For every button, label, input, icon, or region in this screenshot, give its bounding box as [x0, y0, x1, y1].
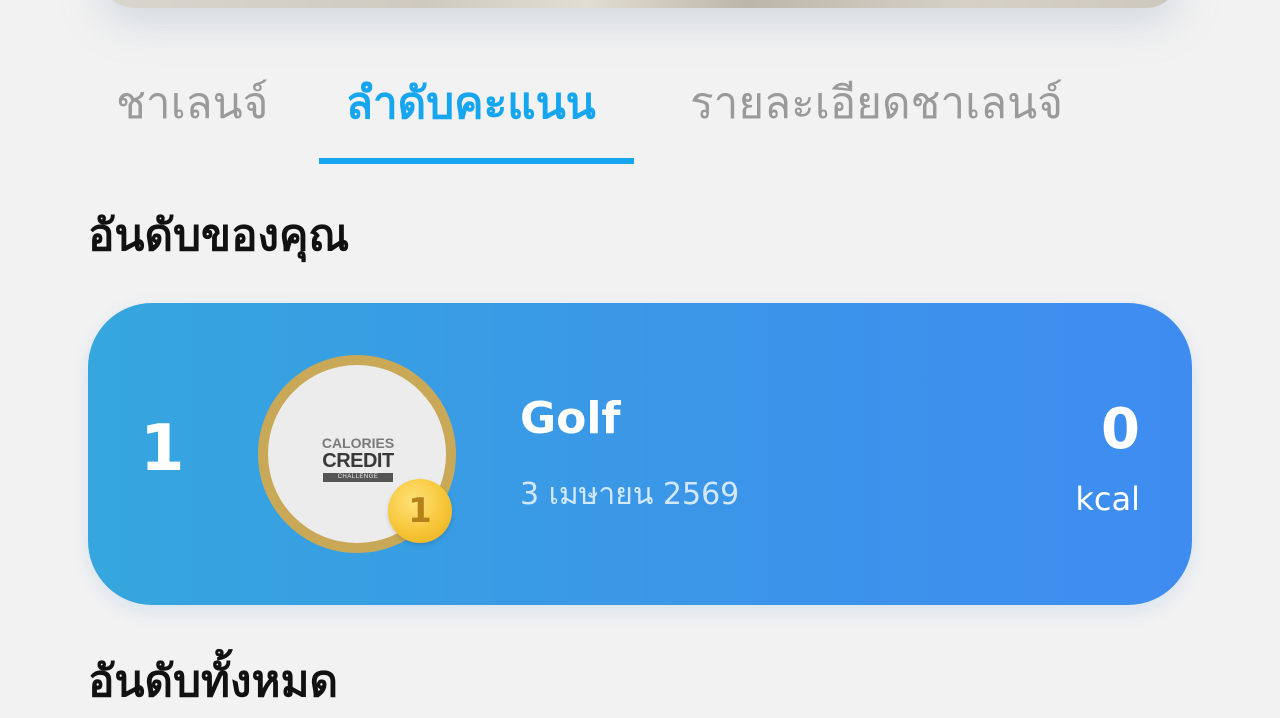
calories-credit-logo: CALORIES CREDIT CHALLENGE — [318, 435, 398, 482]
tab-challenge-details[interactable]: รายละเอียดชาเลนจ์ — [690, 74, 1063, 134]
score-value: 0 — [1101, 397, 1140, 462]
avatar: CALORIES CREDIT CHALLENGE 1 — [258, 355, 456, 553]
tab-bar: ชาเลนจ์ ลำดับคะแนน รายละเอียดชาเลนจ์ — [0, 60, 1280, 170]
logo-line-top: CALORIES — [321, 435, 395, 451]
gold-medal-icon: 1 — [388, 479, 452, 543]
rank-number: 1 — [140, 412, 185, 486]
user-name: Golf — [520, 393, 621, 444]
medal-number: 1 — [408, 491, 432, 531]
tab-leaderboard[interactable]: ลำดับคะแนน — [346, 74, 596, 134]
logo-line-middle: CREDIT — [322, 450, 394, 472]
tab-challenge[interactable]: ชาเลนจ์ — [116, 74, 268, 134]
challenge-banner-image — [100, 0, 1180, 8]
your-rank-heading: อันดับของคุณ — [88, 210, 350, 261]
score-unit: kcal — [1075, 480, 1140, 518]
logo-line-bottom: CHALLENGE — [323, 473, 393, 482]
user-date: 3 เมษายน 2569 — [520, 477, 740, 512]
active-tab-indicator — [319, 158, 634, 164]
your-rank-card[interactable]: 1 CALORIES CREDIT CHALLENGE 1 Golf 3 เมษ… — [88, 303, 1192, 605]
all-rank-heading: อันดับทั้งหมด — [88, 656, 339, 707]
